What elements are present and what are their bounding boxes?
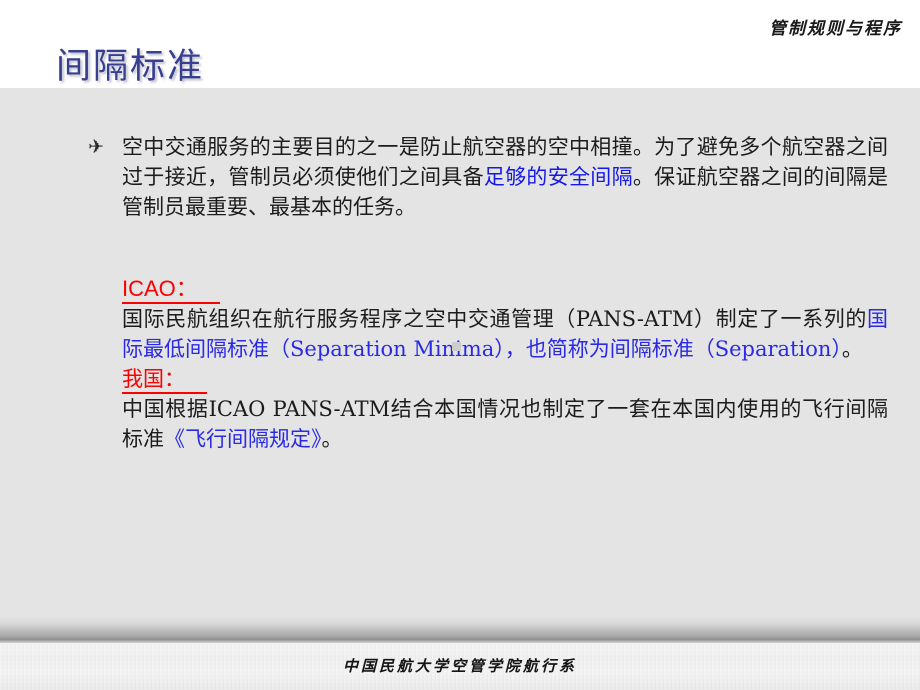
spacer-after-intro	[88, 222, 888, 248]
icao-heading: ICAO：	[122, 276, 220, 304]
course-title-kicker: 管制规则与程序	[769, 19, 902, 39]
icao-text-part1: 国际民航组织在航行服务程序之空中交通管理（PANS-ATM）制定了一系列的	[122, 307, 867, 331]
intro-paragraph: 空中交通服务的主要目的之一是防止航空器的空中相撞。为了避免多个航空器之间过于接近…	[122, 132, 888, 222]
china-heading: 我国：	[122, 366, 207, 394]
footer-organization-text: 中国民航大学空管学院航行系	[342, 656, 577, 675]
airplane-bullet-icon: ✈	[88, 137, 104, 158]
bullet-item-intro: ✈ 空中交通服务的主要目的之一是防止航空器的空中相撞。为了避免多个航空器之间过于…	[88, 132, 888, 222]
page-title: 间隔标准	[56, 47, 205, 87]
slide-body: ✈ 空中交通服务的主要目的之一是防止航空器的空中相撞。为了避免多个航空器之间过于…	[0, 88, 920, 616]
slide-header-band: 管制规则与程序 间隔标准	[0, 0, 920, 88]
china-heading-row: 我国：	[122, 364, 888, 394]
icao-body: 国际民航组织在航行服务程序之空中交通管理（PANS-ATM）制定了一系列的国际最…	[122, 304, 888, 364]
icao-heading-row: ICAO：	[122, 274, 888, 304]
china-text-part2: 。	[321, 427, 343, 451]
icao-section: ICAO： 国际民航组织在航行服务程序之空中交通管理（PANS-ATM）制定了一…	[122, 274, 888, 364]
intro-highlight-separation: 足够的安全间隔	[483, 165, 633, 189]
china-body: 中国根据ICAO PANS-ATM结合本国情况也制定了一套在本国内使用的飞行间隔…	[122, 394, 888, 454]
icao-text-part2: 。	[841, 337, 863, 361]
footer-gradient-fade	[0, 616, 920, 640]
china-highlight-regulation: 《飞行间隔规定》	[164, 427, 322, 451]
content-block: ✈ 空中交通服务的主要目的之一是防止航空器的空中相撞。为了避免多个航空器之间过于…	[88, 132, 888, 454]
spacer-after-intro-2	[88, 248, 888, 274]
slide: 管制规则与程序 间隔标准 ✈ 空中交通服务的主要目的之一是防止航空器的空中相撞。…	[0, 0, 920, 690]
china-section: 我国： 中国根据ICAO PANS-ATM结合本国情况也制定了一套在本国内使用的…	[122, 364, 888, 454]
